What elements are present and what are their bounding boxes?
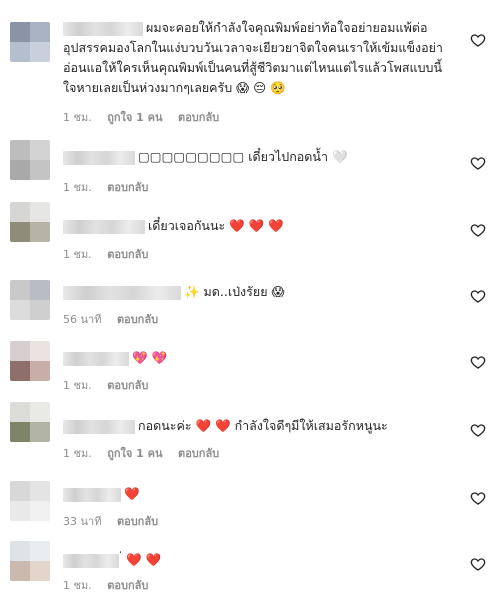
comment-item: ผมจะคอยให้กำลังใจคุณพิมพ์อย่าท้อใจอย่ายอ… (0, 12, 496, 127)
comment-item: ่ ❤️ ❤️ 1 ชม. ตอบกลับ (0, 538, 496, 600)
heart-outline-icon[interactable] (470, 490, 486, 506)
username-blurred[interactable] (63, 150, 135, 165)
comment-likes[interactable]: ถูกใจ 1 คน (107, 111, 162, 124)
avatar[interactable] (10, 280, 50, 320)
comment-time: 1 ชม. (63, 447, 92, 460)
comment-likes[interactable]: ถูกใจ 1 คน (107, 447, 162, 460)
heart-outline-icon[interactable] (470, 288, 486, 304)
heart-outline-icon[interactable] (470, 32, 486, 48)
comment-time: 1 ชม. (63, 111, 92, 124)
comment-meta: 1 ชม. ตอบกลับ (63, 245, 160, 263)
comment-item: 💖 💖 1 ชม. ตอบกลับ (0, 338, 496, 394)
reply-button[interactable]: ตอบกลับ (178, 447, 219, 460)
heart-outline-icon[interactable] (470, 222, 486, 238)
reply-button[interactable]: ตอบกลับ (117, 515, 158, 528)
comment-text: กอดนะค่ะ ❤️ ❤️ กำลังใจดีๆมีให้เสมอรักหนู… (138, 418, 388, 433)
comment-text: ✨ มด..เป่งรัยย 😱 (184, 284, 285, 299)
comment-text: ▢▢▢▢▢▢▢▢▢ เดี๋ยวไปกอดน้ำ 🤍 (138, 149, 348, 164)
comment-meta: 1 ชม. ถูกใจ 1 คน ตอบกลับ (63, 444, 231, 462)
comment-item: เดี๋ยวเจอกันนะ ❤️ ❤️ ❤️ 1 ชม. ตอบกลับ (0, 198, 496, 262)
reply-button[interactable]: ตอบกลับ (107, 579, 148, 592)
comment-time: 33 นาที (63, 515, 102, 528)
comment-time: 1 ชม. (63, 181, 92, 194)
comment-text: 💖 💖 (132, 350, 168, 365)
username-blurred[interactable] (63, 487, 121, 502)
username-blurred[interactable] (63, 419, 135, 434)
avatar[interactable] (10, 202, 50, 242)
comment-text: ❤️ (124, 486, 140, 501)
comment-body: ่ ❤️ ❤️ (63, 550, 455, 570)
comment-time: 56 นาที (63, 313, 102, 326)
comment-meta: 56 นาที ตอบกลับ (63, 310, 170, 328)
avatar[interactable] (10, 402, 50, 442)
comment-text: เดี๋ยวเจอกันนะ ❤️ ❤️ ❤️ (148, 218, 284, 233)
comment-body: 💖 💖 (63, 348, 455, 368)
username-blurred[interactable] (63, 553, 119, 568)
heart-outline-icon[interactable] (470, 354, 486, 370)
comment-meta: 1 ชม. ตอบกลับ (63, 576, 160, 594)
username-blurred[interactable] (63, 351, 129, 366)
comment-list: ผมจะคอยให้กำลังใจคุณพิมพ์อย่าท้อใจอย่ายอ… (0, 0, 496, 602)
avatar[interactable] (10, 140, 50, 180)
comment-body: ผมจะคอยให้กำลังใจคุณพิมพ์อย่าท้อใจอย่ายอ… (63, 18, 455, 98)
avatar[interactable] (10, 481, 50, 521)
reply-button[interactable]: ตอบกลับ (178, 111, 219, 124)
reply-button[interactable]: ตอบกลับ (107, 379, 148, 392)
comment-text: ่ ❤️ ❤️ (122, 552, 162, 567)
comment-body: ✨ มด..เป่งรัยย 😱 (63, 282, 455, 302)
heart-outline-icon[interactable] (470, 155, 486, 171)
reply-button[interactable]: ตอบกลับ (107, 248, 148, 261)
avatar[interactable] (10, 22, 50, 62)
comment-meta: 1 ชม. ตอบกลับ (63, 178, 160, 196)
comment-body: ▢▢▢▢▢▢▢▢▢ เดี๋ยวไปกอดน้ำ 🤍 (63, 147, 455, 167)
reply-button[interactable]: ตอบกลับ (107, 181, 148, 194)
username-blurred[interactable] (63, 21, 143, 36)
comment-time: 1 ชม. (63, 379, 92, 392)
heart-outline-icon[interactable] (470, 422, 486, 438)
comment-body: ❤️ (63, 484, 455, 504)
comment-item: ▢▢▢▢▢▢▢▢▢ เดี๋ยวไปกอดน้ำ 🤍 1 ชม. ตอบกลับ (0, 135, 496, 195)
username-blurred[interactable] (63, 219, 145, 234)
comment-time: 1 ชม. (63, 248, 92, 261)
comment-item: ✨ มด..เป่งรัยย 😱 56 นาที ตอบกลับ (0, 274, 496, 334)
comment-meta: 1 ชม. ตอบกลับ (63, 376, 160, 394)
comment-body: กอดนะค่ะ ❤️ ❤️ กำลังใจดีๆมีให้เสมอรักหนู… (63, 416, 455, 436)
heart-outline-icon[interactable] (470, 556, 486, 572)
reply-button[interactable]: ตอบกลับ (117, 313, 158, 326)
comment-item: ❤️ 33 นาที ตอบกลับ (0, 478, 496, 532)
username-blurred[interactable] (63, 285, 181, 300)
comment-body: เดี๋ยวเจอกันนะ ❤️ ❤️ ❤️ (63, 216, 455, 236)
avatar[interactable] (10, 541, 50, 581)
comment-meta: 33 นาที ตอบกลับ (63, 512, 170, 530)
comment-item: กอดนะค่ะ ❤️ ❤️ กำลังใจดีๆมีให้เสมอรักหนู… (0, 400, 496, 468)
avatar[interactable] (10, 341, 50, 381)
comment-meta: 1 ชม. ถูกใจ 1 คน ตอบกลับ (63, 108, 231, 126)
comment-time: 1 ชม. (63, 579, 92, 592)
